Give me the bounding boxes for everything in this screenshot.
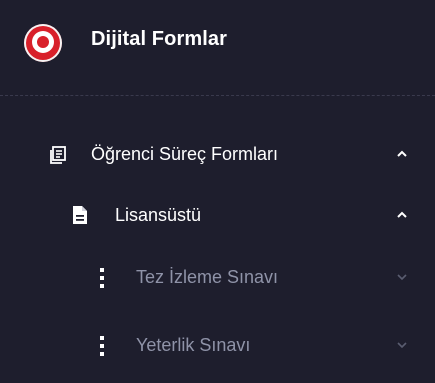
menu-item-ogrenci-surec-formlari[interactable]: Öğrenci Süreç Formları: [0, 130, 435, 180]
sidebar-header: Dijital Formlar: [0, 0, 435, 96]
vertical-dots-icon: [99, 335, 105, 357]
document-copy-icon: [48, 145, 68, 165]
document-icon: [72, 205, 88, 225]
menu-item-lisansustu[interactable]: Lisansüstü: [0, 191, 435, 241]
university-logo[interactable]: [24, 24, 62, 62]
vertical-dots-icon: [99, 267, 105, 289]
chevron-down-icon[interactable]: [395, 270, 409, 284]
menu-item-label: Öğrenci Süreç Formları: [91, 144, 279, 164]
menu-item-label: Lisansüstü: [115, 205, 202, 225]
menu-item-tez-izleme-sinavi[interactable]: Tez İzleme Sınavı: [0, 253, 435, 303]
menu-item-yeterlik-sinavi[interactable]: Yeterlik Sınavı: [0, 321, 435, 371]
chevron-down-icon[interactable]: [395, 338, 409, 352]
menu-item-label: Tez İzleme Sınavı: [136, 267, 279, 287]
chevron-up-icon[interactable]: [395, 208, 409, 222]
app-title[interactable]: Dijital Formlar: [91, 28, 227, 51]
chevron-up-icon[interactable]: [395, 147, 409, 161]
logo-emblem: [32, 31, 54, 53]
menu-item-label: Yeterlik Sınavı: [136, 335, 251, 355]
